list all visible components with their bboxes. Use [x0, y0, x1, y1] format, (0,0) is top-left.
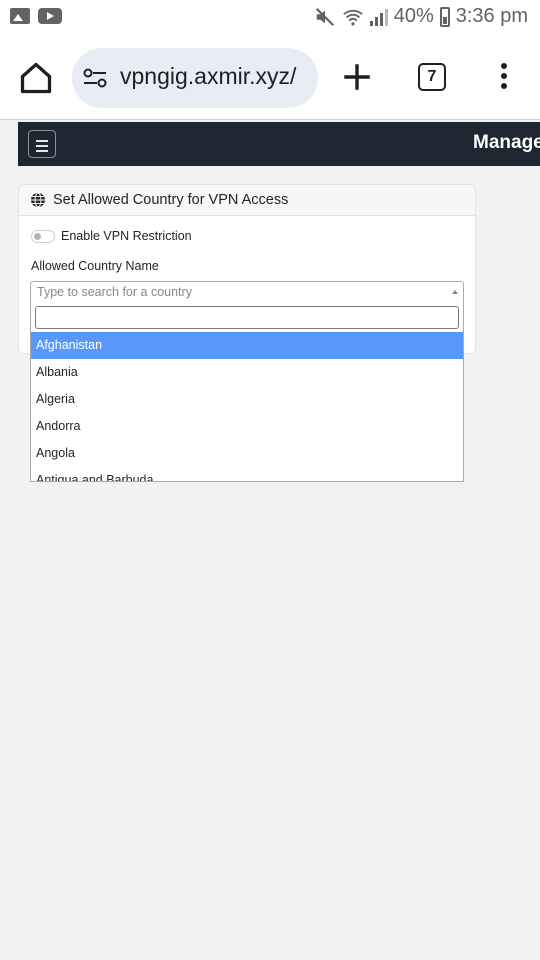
toggle-label: Enable VPN Restriction	[61, 229, 192, 243]
country-field-label: Allowed Country Name	[31, 259, 159, 273]
country-option[interactable]: Angola	[31, 440, 463, 467]
tab-switcher-icon[interactable]: 7	[418, 63, 446, 91]
wifi-icon	[342, 9, 363, 26]
site-settings-icon[interactable]	[82, 66, 108, 90]
new-tab-icon[interactable]	[340, 60, 374, 94]
navbar-title: Manage	[473, 132, 540, 153]
clock: 3:36 pm	[455, 5, 528, 27]
dropdown-search-input[interactable]	[35, 306, 459, 329]
vpn-restriction-toggle[interactable]	[31, 230, 55, 243]
browser-toolbar: vpngig.axmir.xyz/ 7	[0, 36, 540, 120]
youtube-notification-icon	[38, 8, 62, 24]
more-menu-icon[interactable]	[497, 60, 511, 96]
country-option[interactable]: Algeria	[31, 386, 463, 413]
country-option[interactable]: Albania	[31, 359, 463, 386]
url-text[interactable]: vpngig.axmir.xyz/	[120, 63, 310, 90]
country-option[interactable]: Andorra	[31, 413, 463, 440]
signal-icon	[369, 8, 388, 26]
select-placeholder: Type to search for a country	[37, 285, 192, 299]
globe-icon	[31, 192, 45, 208]
image-notification-icon	[10, 8, 30, 24]
country-option[interactable]: Antigua and Barbuda	[31, 467, 463, 481]
status-bar: 40% 3:36 pm	[0, 0, 540, 36]
page-navbar: Manage	[18, 122, 540, 166]
card-title: Set Allowed Country for VPN Access	[53, 192, 289, 208]
country-option[interactable]: Afghanistan	[31, 332, 463, 359]
address-bar[interactable]: vpngig.axmir.xyz/	[72, 48, 318, 108]
country-dropdown: Afghanistan Albania Algeria Andorra Angola An…	[30, 302, 464, 482]
caret-up-icon	[452, 290, 458, 294]
hamburger-menu-icon[interactable]	[28, 130, 56, 158]
country-options-list: Afghanistan Albania Algeria Andorra Angola An…	[31, 332, 463, 481]
card-header: Set Allowed Country for VPN Access	[19, 185, 475, 216]
battery-icon	[439, 6, 450, 27]
mute-icon	[315, 7, 334, 26]
country-select[interactable]: Type to search for a country	[30, 281, 464, 303]
home-icon[interactable]	[18, 60, 54, 96]
battery-percent: 40%	[393, 5, 434, 27]
